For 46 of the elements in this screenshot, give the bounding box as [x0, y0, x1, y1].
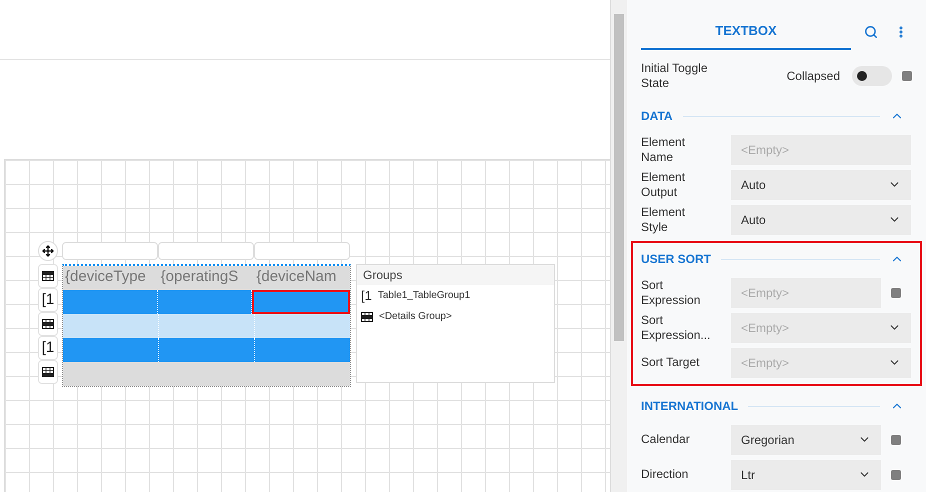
textbox-tab[interactable]: TEXTBOX: [641, 14, 851, 50]
field-label: Element Output: [641, 170, 686, 200]
group-item[interactable]: [1 Table1_TableGroup1: [357, 285, 554, 306]
section-title: DATA: [641, 108, 673, 125]
field-label: Calendar: [641, 432, 691, 447]
table-row-icon: [361, 312, 373, 322]
row-handle[interactable]: [38, 360, 58, 384]
select-field[interactable]: Gregorian: [731, 424, 881, 454]
expression-icon[interactable]: [902, 71, 912, 81]
expression-icon[interactable]: [891, 470, 901, 480]
field-label: Sort Target: [641, 355, 700, 370]
row-handle[interactable]: [1: [38, 336, 58, 360]
column-handle[interactable]: [62, 242, 158, 260]
table-row-icon: [42, 319, 54, 329]
table-row[interactable]: {deviceType {operatingS {deviceNam: [63, 266, 350, 290]
row-handle[interactable]: [1: [38, 288, 58, 312]
toggle-switch[interactable]: [852, 66, 892, 86]
search-icon[interactable]: [864, 25, 878, 39]
move-handle[interactable]: [38, 241, 58, 261]
section-title: USER SORT: [641, 251, 712, 268]
selected-cell[interactable]: [252, 290, 350, 314]
field-label: Sort Expression...: [641, 312, 712, 342]
row-handle[interactable]: [38, 264, 58, 288]
expression-icon[interactable]: [891, 434, 901, 444]
toggle-value: Collapsed: [786, 68, 840, 85]
groups-title: Groups: [357, 265, 554, 285]
field-label: Initial Toggle State: [641, 61, 708, 91]
select-field[interactable]: Auto: [731, 170, 911, 200]
table-cell[interactable]: {deviceType: [63, 266, 159, 290]
table-cell[interactable]: {deviceNam: [254, 266, 350, 290]
table-cell[interactable]: {operatingS: [158, 266, 254, 290]
column-handle[interactable]: [158, 242, 254, 260]
expression-icon[interactable]: [891, 288, 901, 298]
group-item[interactable]: <Details Group>: [357, 306, 554, 327]
field-label: Element Style: [641, 204, 686, 234]
column-handle[interactable]: [254, 242, 350, 260]
select-field[interactable]: Auto: [731, 204, 911, 234]
table-row-icon: [42, 271, 54, 281]
field-label: Element Name: [641, 134, 686, 164]
table-row-icon: [42, 367, 54, 377]
scrollbar[interactable]: [610, 0, 627, 492]
field-label: Sort Expression: [641, 278, 702, 308]
section-title: INTERNATIONAL: [641, 398, 738, 415]
row-handle[interactable]: [38, 312, 58, 336]
field-label: Direction: [641, 467, 690, 482]
select-field[interactable]: Ltr: [731, 460, 881, 490]
